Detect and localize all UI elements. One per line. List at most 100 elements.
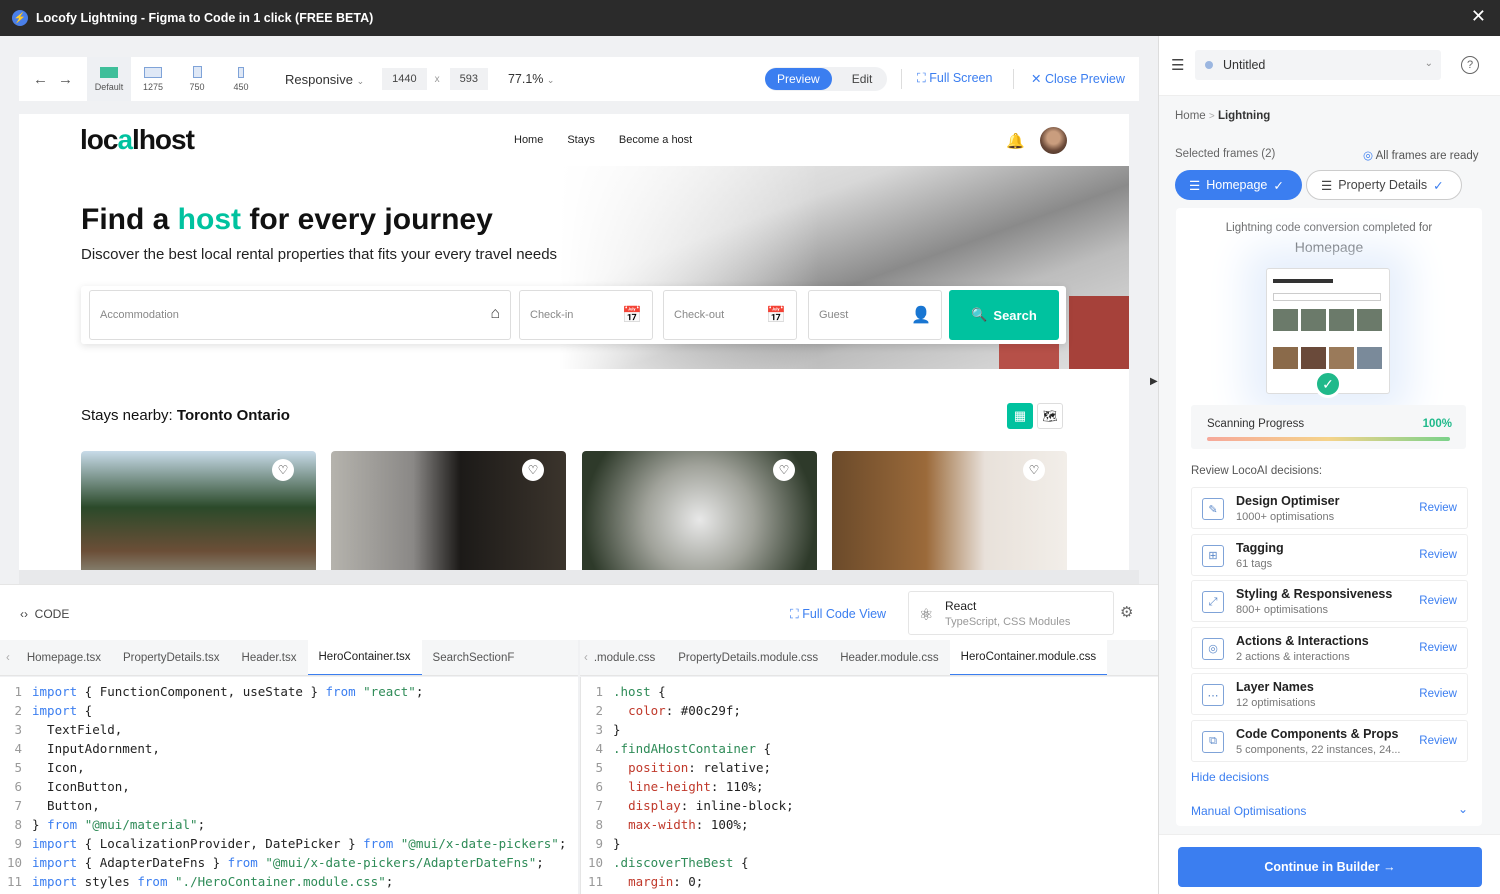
frame-chip-homepage[interactable]: ☰ Homepage ✓ (1175, 170, 1302, 200)
close-icon[interactable]: ✕ (1471, 6, 1486, 27)
avatar[interactable] (1040, 127, 1067, 154)
accommodation-input[interactable]: Accommodation ⌂ (89, 290, 511, 340)
code-line: 3} (581, 722, 1158, 741)
grid-view-icon[interactable]: ▦ (1007, 403, 1033, 429)
desktop-icon (100, 66, 118, 78)
preview-button[interactable]: Preview (765, 68, 832, 90)
code-label: ‹› CODE (20, 607, 70, 621)
breadcrumb-home[interactable]: Home (1175, 110, 1206, 122)
tab-homepage-tsx[interactable]: Homepage.tsx (16, 640, 112, 675)
scanning-progress: Scanning Progress 100% (1191, 405, 1466, 449)
tab-scroll-left-icon[interactable]: ‹ (0, 640, 16, 675)
close-preview-button[interactable]: ✕ Close Preview (1031, 71, 1125, 86)
code-line: 8 max-width: 100%; (581, 817, 1158, 836)
forward-arrow-icon[interactable]: → (58, 71, 73, 88)
tab-header-tsx[interactable]: Header.tsx (231, 640, 308, 675)
code-text: .findAHostContainer { (613, 741, 772, 756)
device-450-button[interactable]: 450 (219, 57, 263, 101)
decision-sub: 2 actions & interactions (1236, 650, 1350, 663)
stay-card[interactable]: ♡ (832, 451, 1067, 570)
review-link[interactable]: Review (1419, 688, 1457, 700)
review-link[interactable]: Review (1419, 595, 1457, 607)
guest-input[interactable]: Guest 👤 (808, 290, 942, 340)
project-dropdown[interactable]: Untitled ⌄ (1195, 50, 1441, 80)
tab-scroll-left-icon[interactable]: ‹ (580, 640, 592, 675)
framework-selector[interactable]: ⚛ React TypeScript, CSS Modules (908, 591, 1114, 635)
decision-icon: ⊞ (1202, 544, 1224, 567)
review-link[interactable]: Review (1419, 502, 1457, 514)
preview-area: ← → Default 1275 750 450 Responsive ⌄ 14… (0, 36, 1158, 894)
heart-icon[interactable]: ♡ (272, 459, 294, 481)
width-input[interactable]: 1440 (382, 68, 427, 90)
full-screen-button[interactable]: ⛶ Full Screen (917, 71, 992, 86)
tab-homepage-css[interactable]: .module.css (592, 640, 667, 675)
checkin-input[interactable]: Check-in 📅 (519, 290, 653, 340)
stay-card[interactable]: ♡ (331, 451, 566, 570)
code-editor-tsx[interactable]: 1 import { FunctionComponent, useState } … (0, 677, 578, 894)
frame-chip-property-details[interactable]: ☰ Property Details ✓ (1306, 170, 1462, 200)
code-line: 6 line-height: 110%; (581, 779, 1158, 798)
search-button[interactable]: 🔍 Search (949, 290, 1059, 340)
nav-home[interactable]: Home (514, 134, 543, 146)
gear-icon[interactable]: ⚙ (1120, 603, 1133, 621)
bell-icon[interactable]: 🔔 (1006, 132, 1025, 150)
tab-searchsection-tsx[interactable]: SearchSectionF (422, 640, 526, 675)
code-header: ‹› CODE ⛶ Full Code View ⚛ React TypeScr… (0, 584, 1158, 640)
tab-propertydetails-tsx[interactable]: PropertyDetails.tsx (112, 640, 231, 675)
map-view-icon[interactable]: 🗺 (1037, 403, 1063, 429)
heart-icon[interactable]: ♡ (522, 459, 544, 481)
decision-sub: 5 components, 22 instances, 24... (1236, 743, 1401, 756)
review-link[interactable]: Review (1419, 735, 1457, 747)
edit-button[interactable]: Edit (832, 68, 893, 90)
code-text: .discoverTheBest { (613, 855, 749, 870)
nav-become-host[interactable]: Become a host (619, 134, 692, 146)
line-number: 3 (14, 722, 22, 737)
chevron-down-icon: ⌄ (1424, 58, 1433, 69)
conversion-card: Lightning code conversion completed for … (1176, 208, 1482, 826)
full-code-view-button[interactable]: ⛶ Full Code View (790, 607, 886, 622)
code-text: } (613, 836, 621, 851)
device-1275-button[interactable]: 1275 (131, 57, 175, 101)
preview-edit-toggle: Preview Edit (765, 67, 887, 91)
collapse-arrow-icon[interactable]: ▶ (1150, 376, 1158, 387)
hide-decisions-link[interactable]: Hide decisions (1191, 770, 1269, 784)
code-line: 6 IconButton, (0, 779, 578, 798)
help-icon[interactable]: ? (1461, 56, 1479, 74)
device-default-button[interactable]: Default (87, 57, 131, 101)
checkout-input[interactable]: Check-out 📅 (663, 290, 797, 340)
code-text: margin: 0; (628, 874, 704, 889)
review-link[interactable]: Review (1419, 549, 1457, 561)
stay-card[interactable]: ♡ (582, 451, 817, 570)
line-number: 10 (587, 855, 603, 870)
title-bar: ⚡ Locofy Lightning - Figma to Code in 1 … (0, 0, 1500, 36)
device-750-button[interactable]: 750 (175, 57, 219, 101)
back-arrow-icon[interactable]: ← (33, 71, 48, 88)
tab-herocontainer-css[interactable]: HeroContainer.module.css (949, 640, 1108, 675)
hamburger-menu-icon[interactable]: ☰ (1171, 56, 1184, 74)
list-icon: ☰ (1189, 178, 1201, 193)
code-editor-css[interactable]: 1 .host {2 color: #00c29f; 3} 4 .findAHostCo… (580, 677, 1158, 894)
code-text: IconButton, (32, 779, 130, 794)
line-number: 11 (587, 874, 603, 889)
heart-icon[interactable]: ♡ (773, 459, 795, 481)
continue-in-builder-button[interactable]: Continue in Builder → (1178, 847, 1482, 887)
tab-header-css[interactable]: Header.module.css (829, 640, 949, 675)
decision-icon: ⧉ (1202, 730, 1224, 753)
tab-propertydetails-css[interactable]: PropertyDetails.module.css (667, 640, 829, 675)
zoom-dropdown[interactable]: 77.1% ⌄ (508, 72, 554, 86)
code-text: InputAdornment, (32, 741, 160, 756)
site-logo[interactable]: localhost (80, 124, 195, 156)
responsive-dropdown[interactable]: Responsive ⌄ (285, 72, 364, 87)
manual-optimisations-toggle[interactable]: Manual Optimisations (1191, 804, 1306, 818)
stay-card[interactable]: ♡ (81, 451, 316, 570)
decision-name: Code Components & Props (1236, 726, 1399, 741)
nav-stays[interactable]: Stays (567, 134, 595, 146)
chevron-down-icon[interactable]: ⌄ (1458, 802, 1468, 816)
code-text: import { LocalizationProvider, DatePicke… (32, 836, 567, 851)
tab-herocontainer-tsx[interactable]: HeroContainer.tsx (307, 640, 422, 675)
code-line: 1 .host { (581, 684, 1158, 703)
review-link[interactable]: Review (1419, 642, 1457, 654)
height-input[interactable]: 593 (449, 68, 488, 90)
resize-handle[interactable] (19, 570, 1139, 584)
heart-icon[interactable]: ♡ (1023, 459, 1045, 481)
